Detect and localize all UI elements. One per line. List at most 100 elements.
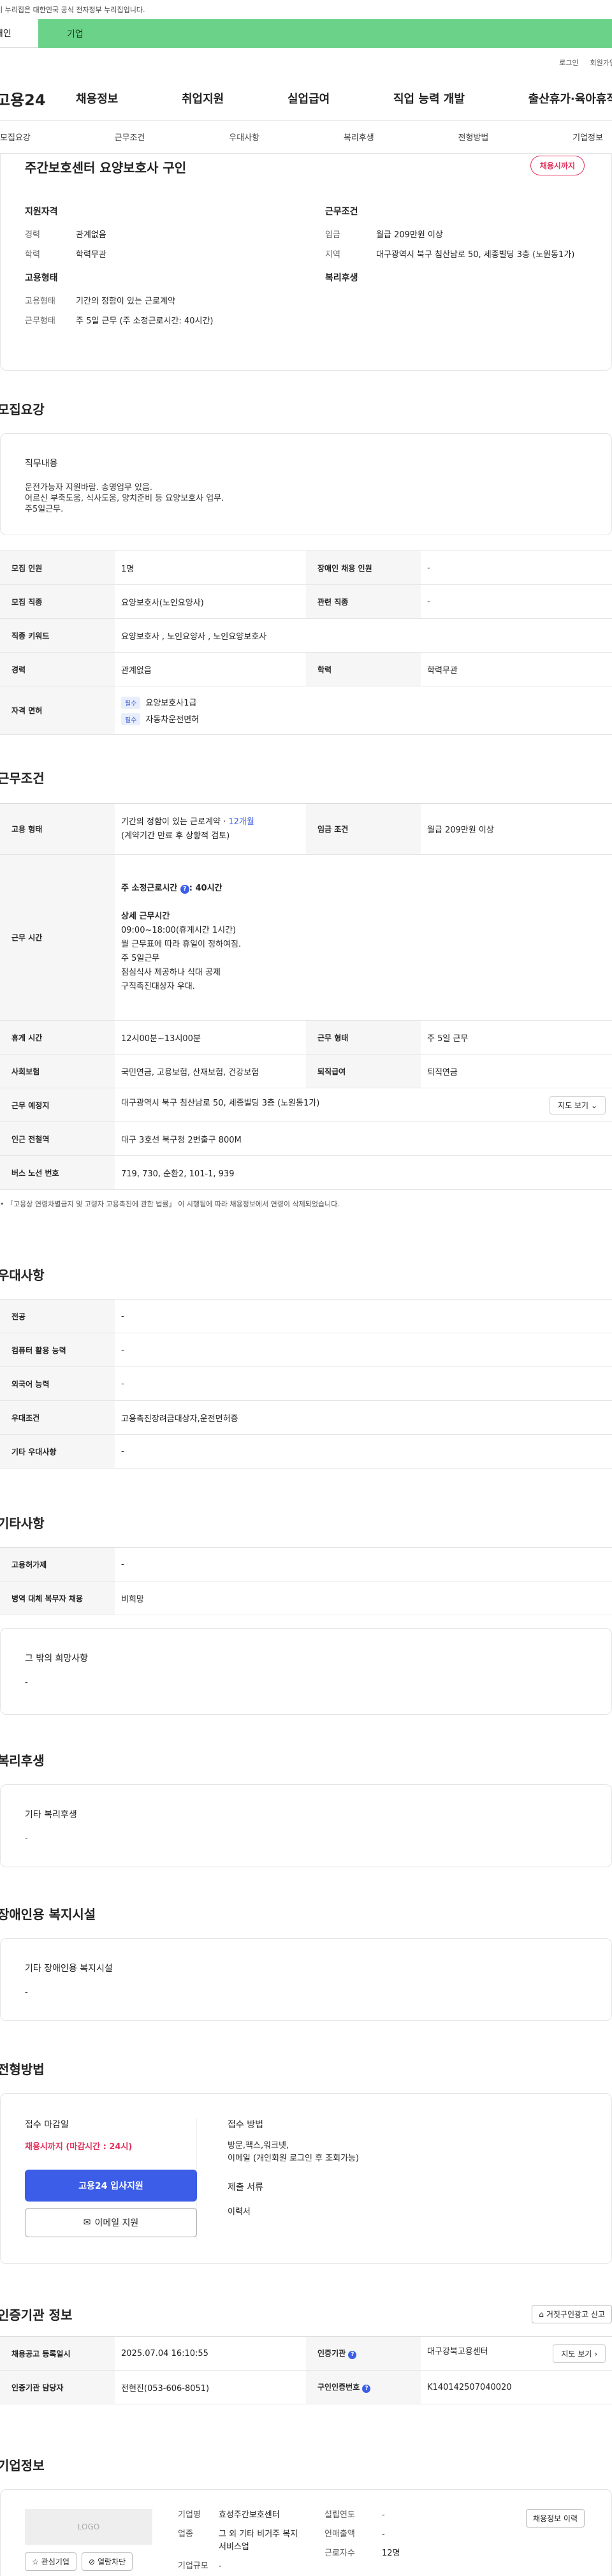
table-row: 고용허가제 - (0, 1547, 612, 1581)
subnav-company[interactable]: 기업정보 (572, 131, 603, 143)
site-logo[interactable]: 고용24 (0, 87, 76, 110)
tab-person-label: 개인 (0, 29, 11, 39)
agency-value: 대구강북고용센터 (427, 2346, 488, 2357)
tab-business[interactable]: 기업 (38, 19, 612, 48)
apply-button[interactable]: 고용24 입사지원 (25, 2170, 197, 2202)
login-link[interactable]: 로그인 (559, 57, 578, 68)
hours-detail-line: 구직촉진대상자 우대. (121, 981, 195, 991)
subnav-preference[interactable]: 우대사항 (229, 131, 259, 143)
subnav-recruit[interactable]: 모집요강 (0, 131, 31, 143)
summary-value: 주 5일 근무 (주 소정근로시간: 40시간) (76, 316, 214, 326)
info-icon[interactable]: ? (180, 884, 189, 894)
info-icon[interactable]: ? (362, 2385, 371, 2393)
method-line: 이메일 (개인회원 로그인 후 조회가능) (228, 2154, 360, 2163)
hours-detail-title: 상세 근무시간 (121, 911, 170, 921)
company-key: 설립연도 (324, 2510, 355, 2520)
summary-row: 근무형태 주 5일 근무 (주 소정근로시간: 40시간) (25, 314, 287, 326)
table-row: 모집 인원 1명 장애인 채용 인원 - (0, 551, 612, 585)
status-badge: 채용시까지 (530, 156, 585, 175)
apply-button-label: 고용24 입사지원 (78, 2181, 143, 2191)
gnb-item-parental-leave[interactable]: 출산휴가·육아휴직 (528, 90, 612, 107)
tab-person[interactable]: 개인 (0, 19, 38, 48)
emp-type-note: (계약기간 만료 후 상황적 검토) (121, 831, 230, 841)
company-info-col-2: 설립연도 - 연매출액 - 근로자수 12명 (324, 2509, 439, 2572)
info-icon[interactable]: ? (348, 2351, 357, 2359)
gnb-item-skills-development[interactable]: 직업 능력 개발 (393, 90, 465, 107)
license-name: 요양보호사1급 (145, 698, 197, 708)
table-cell: 12시00분~13시00분 (115, 1020, 306, 1055)
favorite-button[interactable]: ☆ 관심기업 (25, 2552, 76, 2571)
gnb-item-unemployment-benefit[interactable]: 실업급여 (288, 90, 330, 107)
table-header: 전공 (0, 1299, 115, 1333)
job-description-heading: 직무내용 (25, 459, 58, 469)
email-apply-label: 이메일 지원 (94, 2218, 139, 2228)
table-row: 기타 우대사항 - (0, 1434, 612, 1469)
chevron-right-icon: › (594, 2349, 597, 2358)
emp-type-text: 기간의 정함이 있는 근로계약 · (121, 817, 229, 827)
table-header: 임금 조건 (306, 803, 421, 855)
table-cell: - (115, 1366, 612, 1401)
map-button[interactable]: 지도 보기 ⌄ (550, 1095, 606, 1114)
license-item: 필수 자동차운전면허 (121, 713, 606, 725)
map-button-label: 지도 보기 (558, 1100, 589, 1110)
table-row: 근무 시간 주 소정근로시간 ?: 40시간 상세 근무시간 09:00~18:… (0, 854, 612, 1021)
section-title-recruit: 모집요강 (0, 402, 45, 417)
table-header: 우대조건 (0, 1400, 115, 1435)
gnb-item-employment-support[interactable]: 취업지원 (182, 90, 224, 107)
apply-right: 접수 방법 방문,팩스,워크넷, 이메일 (개인회원 로그인 후 조회가능) 제… (197, 2118, 359, 2239)
join-link[interactable]: 회원가입 (590, 57, 612, 68)
summary-key: 임금 (325, 230, 340, 240)
subnav-welfare[interactable]: 복리후생 (344, 131, 374, 143)
report-button[interactable]: ⌂ 거짓구인광고 신고 (532, 2305, 612, 2323)
company-row: 기업규모 - (178, 2560, 324, 2573)
company-logo-area: LOGO ☆ 관심기업 ⊘ 열람차단 (25, 2509, 152, 2572)
table-row: 인증기관 담당자 전현진(053-606-8051) 구인인증번호 ? K140… (0, 2370, 612, 2404)
condition-block: 근무조건 임금 월급 209만원 이상 지역 대구광역시 북구 침산남로 50, 세… (325, 205, 587, 267)
company-row: 업종 그 외 기타 비거주 복지 서비스업 (178, 2528, 324, 2554)
welfare-block: 복리후생 (325, 271, 587, 334)
welfare-card-heading: 기타 복리후생 (25, 1810, 77, 1820)
table-row: 우대조건 고용촉진장려금대상자,운전면허증 (0, 1400, 612, 1435)
job-summary-card: 주간보호센터 요양보호사 구인 채용시까지 지원자격 경력 관계없음 학력 학력무관… (0, 154, 612, 371)
gnb-item-jobs[interactable]: 채용정보 (76, 90, 118, 107)
agency-map-button[interactable]: 지도 보기 › (553, 2344, 606, 2363)
table-cell: - (421, 551, 612, 585)
cert-table: 채용공고 등록일시 2025.07.04 16:10:55 인증기관 ? 대구강… (0, 2336, 612, 2404)
table-header: 모집 인원 (0, 551, 115, 585)
selection-card: 접수 마감일 채용시까지 (마감시간 : 24시) 고용24 입사지원 ✉ 이메일… (0, 2093, 612, 2264)
subnav-conditions[interactable]: 근무조건 (115, 131, 145, 143)
hours-detail-line: 주 5일근무 (121, 953, 160, 963)
email-apply-button[interactable]: ✉ 이메일 지원 (25, 2208, 197, 2237)
table-cell: 요양보호사 , 노인요양사 , 노인요양보호사 (115, 618, 612, 653)
table-cell: - (115, 1547, 612, 1581)
block-button[interactable]: ⊘ 열람차단 (81, 2552, 133, 2571)
summary-key: 고용형태 (25, 297, 55, 306)
history-button[interactable]: 채용정보 이력 (525, 2509, 585, 2528)
table-row: 근무 예정지 대구광역시 북구 침산남로 50, 세종빌딩 3층 (노원동1가)… (0, 1088, 612, 1122)
subnav-selection[interactable]: 전형방법 (458, 131, 489, 143)
company-value: 그 외 기타 비거주 복지 서비스업 (219, 2529, 298, 2552)
docs-value: 이력서 (228, 2207, 251, 2217)
weekly-hours: 주 소정근로시간 ?: 40시간 (121, 882, 606, 896)
section-title-conditions: 근무조건 (0, 771, 45, 786)
table-header: 장애인 채용 인원 (306, 551, 421, 585)
condition-heading: 근무조건 (325, 207, 358, 217)
global-nav: 고용24 채용정보 취업지원 실업급여 직업 능력 개발 출산휴가·육아휴직 (0, 77, 612, 120)
table-header: 컴퓨터 활용 능력 (0, 1333, 115, 1367)
company-key: 연매출액 (324, 2529, 355, 2539)
hours-detail-line: 점심식사 제공하나 식대 공제 (121, 967, 221, 977)
table-cell: 월급 209만원 이상 (421, 803, 612, 855)
apply-left: 접수 마감일 채용시까지 (마감시간 : 24시) 고용24 입사지원 ✉ 이메일… (25, 2118, 197, 2239)
table-cell: 학력무관 (421, 652, 612, 686)
table-cell: 비희망 (115, 1581, 612, 1615)
summary-value: 대구광역시 북구 침산남로 50, 세종빌딩 3층 (노원동1가) (376, 250, 575, 260)
table-header: 근무 형태 (306, 1020, 421, 1055)
table-row: 외국어 능력 - (0, 1366, 612, 1401)
agency-label: 인증기관 (317, 2349, 346, 2358)
table-header: 외국어 능력 (0, 1366, 115, 1401)
gnb-menu: 채용정보 취업지원 실업급여 직업 능력 개발 출산휴가·육아휴직 (76, 90, 612, 107)
agency-map-label: 지도 보기 (561, 2349, 592, 2358)
table-cell: 관계없음 (115, 652, 306, 686)
table-header: 인증기관 담당자 (0, 2370, 115, 2404)
company-row: 근로자수 12명 (324, 2547, 439, 2560)
